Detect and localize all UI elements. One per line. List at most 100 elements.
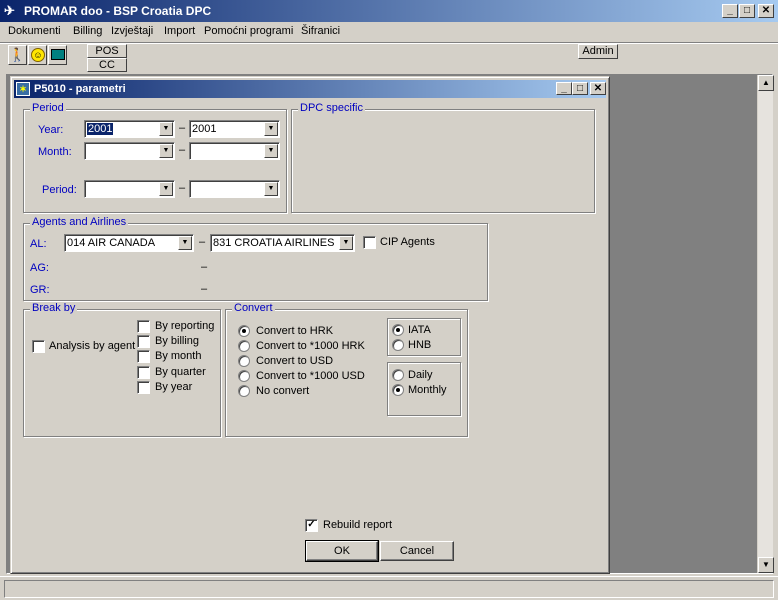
no-convert-label: No convert bbox=[256, 385, 310, 397]
range-dash: – bbox=[179, 144, 186, 156]
rate-source-group: IATA HNB bbox=[387, 318, 461, 356]
period-label: Period: bbox=[42, 184, 77, 196]
main-titlebar: ✈ PROMAR doo - BSP Croatia DPC _ □ ✕ bbox=[0, 0, 778, 22]
break-by-group: Break by Analysis by agent By reporting … bbox=[23, 302, 221, 437]
airplane-icon: ✈ bbox=[4, 3, 15, 18]
admin-button[interactable]: Admin bbox=[578, 44, 618, 59]
by-month-checkbox[interactable] bbox=[137, 350, 150, 363]
agents-airlines-group: Agents and Airlines AL: 014 AIR CANADA ▼… bbox=[23, 216, 488, 301]
smiley-icon[interactable]: ☺ bbox=[28, 45, 47, 65]
dpc-specific-label: DPC specific bbox=[298, 102, 365, 114]
period-group: Period Year: 2001 ▼ – 2001 ▼ Month: ▼ – … bbox=[23, 102, 287, 213]
chevron-down-icon[interactable]: ▼ bbox=[264, 122, 278, 136]
month-from-combo[interactable]: ▼ bbox=[84, 142, 175, 160]
rebuild-report-checkbox[interactable]: ✓ bbox=[305, 519, 318, 532]
month-to-combo[interactable]: ▼ bbox=[189, 142, 280, 160]
chevron-down-icon[interactable]: ▼ bbox=[159, 122, 173, 136]
by-reporting-label: By reporting bbox=[155, 320, 215, 332]
menu-dokumenti[interactable]: Dokumenti bbox=[8, 25, 61, 37]
al-label: AL: bbox=[30, 238, 47, 250]
dialog-minimize-button[interactable]: _ bbox=[556, 82, 572, 95]
menubar: Dokumenti Billing Izvještaji Import Pomo… bbox=[0, 22, 778, 42]
period-to-combo[interactable]: ▼ bbox=[189, 180, 280, 198]
chevron-down-icon[interactable]: ▼ bbox=[159, 182, 173, 196]
hnb-radio[interactable] bbox=[392, 339, 404, 351]
dialog-maximize-button[interactable]: □ bbox=[572, 82, 588, 95]
gr-label: GR: bbox=[30, 284, 50, 296]
iata-radio[interactable] bbox=[392, 324, 404, 336]
by-billing-label: By billing bbox=[155, 335, 200, 347]
menu-import[interactable]: Import bbox=[164, 25, 195, 37]
airline-to-combo[interactable]: 831 CROATIA AIRLINES ▼ bbox=[210, 234, 355, 252]
analysis-by-agent-checkbox[interactable] bbox=[32, 340, 45, 353]
convert-1000-hrk-radio[interactable] bbox=[238, 340, 250, 352]
scroll-down-icon[interactable]: ▼ bbox=[758, 557, 774, 573]
cc-button[interactable]: CC bbox=[87, 58, 127, 72]
iata-label: IATA bbox=[408, 324, 431, 336]
analysis-by-agent-label: Analysis by agent bbox=[49, 340, 136, 352]
menu-pomocni-programi[interactable]: Pomoćni programi bbox=[204, 25, 293, 37]
by-quarter-checkbox[interactable] bbox=[137, 366, 150, 379]
monthly-radio[interactable] bbox=[392, 384, 404, 396]
convert-usd-label: Convert to USD bbox=[256, 355, 334, 367]
ag-label: AG: bbox=[30, 262, 49, 274]
agents-airlines-label: Agents and Airlines bbox=[30, 216, 129, 228]
convert-label: Convert bbox=[232, 302, 275, 314]
range-dash: – bbox=[179, 182, 186, 194]
cancel-button[interactable]: Cancel bbox=[380, 541, 454, 561]
convert-1000-usd-radio[interactable] bbox=[238, 370, 250, 382]
break-by-label: Break by bbox=[30, 302, 78, 314]
ok-button[interactable]: OK bbox=[305, 540, 379, 562]
year-to-combo[interactable]: 2001 ▼ bbox=[189, 120, 280, 138]
monitor-icon[interactable] bbox=[48, 45, 67, 65]
no-convert-radio[interactable] bbox=[238, 385, 250, 397]
chevron-down-icon[interactable]: ▼ bbox=[159, 144, 173, 158]
by-quarter-label: By quarter bbox=[155, 366, 206, 378]
convert-group: Convert Convert to HRK Convert to *1000 … bbox=[225, 302, 468, 437]
minimize-button[interactable]: _ bbox=[722, 4, 738, 18]
maximize-button[interactable]: □ bbox=[739, 4, 755, 18]
month-label: Month: bbox=[38, 146, 72, 158]
by-billing-checkbox[interactable] bbox=[137, 335, 150, 348]
year-from-value: 2001 bbox=[87, 123, 114, 135]
scroll-up-icon[interactable]: ▲ bbox=[758, 75, 774, 91]
convert-usd-radio[interactable] bbox=[238, 355, 250, 367]
exit-icon[interactable]: 🚶 bbox=[8, 45, 27, 65]
pos-button[interactable]: POS bbox=[87, 44, 127, 58]
airline-from-combo[interactable]: 014 AIR CANADA ▼ bbox=[64, 234, 194, 252]
convert-1000-usd-label: Convert to *1000 USD bbox=[256, 370, 365, 382]
chevron-down-icon[interactable]: ▼ bbox=[339, 236, 353, 250]
by-year-label: By year bbox=[155, 381, 193, 393]
period-group-label: Period bbox=[30, 102, 66, 114]
chevron-down-icon[interactable]: ▼ bbox=[264, 144, 278, 158]
rate-frequency-group: Daily Monthly bbox=[387, 362, 461, 416]
cip-agents-checkbox[interactable] bbox=[363, 236, 376, 249]
year-from-combo[interactable]: 2001 ▼ bbox=[84, 120, 175, 138]
range-dash: – bbox=[199, 236, 206, 248]
hnb-label: HNB bbox=[408, 339, 432, 351]
range-dash: – bbox=[179, 122, 186, 134]
menu-sifranici[interactable]: Šifranici bbox=[301, 25, 340, 37]
chevron-down-icon[interactable]: ▼ bbox=[264, 182, 278, 196]
airline-to-value: 831 CROATIA AIRLINES bbox=[213, 237, 335, 249]
by-reporting-checkbox[interactable] bbox=[137, 320, 150, 333]
menu-izvjestaji[interactable]: Izvještaji bbox=[111, 25, 153, 37]
dialog-close-button[interactable]: ✕ bbox=[590, 82, 606, 95]
period-from-combo[interactable]: ▼ bbox=[84, 180, 175, 198]
convert-1000-hrk-label: Convert to *1000 HRK bbox=[256, 340, 365, 352]
year-to-value: 2001 bbox=[192, 123, 217, 135]
chevron-down-icon[interactable]: ▼ bbox=[178, 236, 192, 250]
daily-label: Daily bbox=[408, 369, 433, 381]
daily-radio[interactable] bbox=[392, 369, 404, 381]
menu-billing[interactable]: Billing bbox=[73, 25, 102, 37]
parameters-dialog: ✶ P5010 - parametri _ □ ✕ Period Year: 2… bbox=[10, 76, 610, 574]
close-button[interactable]: ✕ bbox=[758, 4, 774, 18]
year-label: Year: bbox=[38, 124, 64, 136]
convert-hrk-radio[interactable] bbox=[238, 325, 250, 337]
monthly-label: Monthly bbox=[408, 384, 447, 396]
vertical-scrollbar[interactable]: ▲ ▼ bbox=[757, 75, 774, 573]
by-year-checkbox[interactable] bbox=[137, 381, 150, 394]
airline-from-value: 014 AIR CANADA bbox=[67, 237, 156, 249]
convert-hrk-label: Convert to HRK bbox=[256, 325, 334, 337]
range-dash: – bbox=[201, 261, 208, 273]
